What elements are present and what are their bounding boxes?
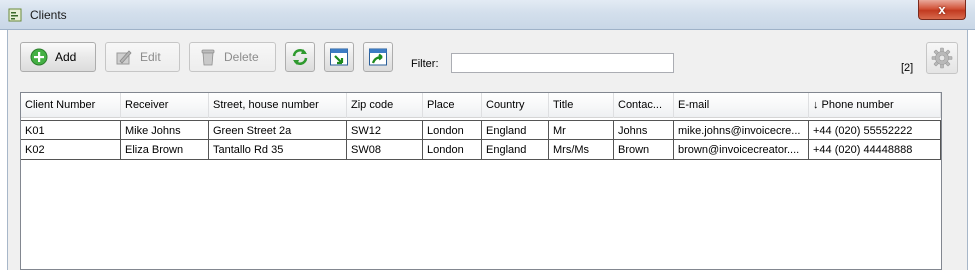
gear-icon	[931, 47, 953, 69]
col-country[interactable]: Country	[482, 93, 549, 118]
import-button[interactable]	[324, 42, 354, 72]
col-contact[interactable]: Contac...	[614, 93, 674, 118]
table-row[interactable]: K02 Eliza Brown Tantallo Rd 35 SW08 Lond…	[21, 140, 941, 160]
close-icon: x	[938, 2, 946, 17]
cell-zip-code: SW12	[347, 120, 423, 140]
cell-phone-number: +44 (020) 44448888	[809, 140, 941, 160]
col-receiver[interactable]: Receiver	[121, 93, 209, 118]
edit-button[interactable]: Edit	[105, 42, 180, 72]
edit-pencil-icon	[116, 50, 132, 65]
col-title[interactable]: Title	[549, 93, 614, 118]
cell-zip-code: SW08	[347, 140, 423, 160]
col-zip-code[interactable]: Zip code	[347, 93, 423, 118]
cell-street: Tantallo Rd 35	[209, 140, 347, 160]
col-place[interactable]: Place	[423, 93, 482, 118]
cell-contact: Brown	[614, 140, 674, 160]
cell-place: London	[423, 120, 482, 140]
cell-contact: Johns	[614, 120, 674, 140]
cell-country: England	[482, 140, 549, 160]
cell-client-number: K01	[21, 120, 121, 140]
col-client-number[interactable]: Client Number	[21, 93, 121, 118]
col-email[interactable]: E-mail	[674, 93, 809, 118]
filter-input[interactable]	[451, 53, 674, 73]
cell-client-number: K02	[21, 140, 121, 160]
add-button[interactable]: Add	[20, 42, 96, 72]
close-button[interactable]: x	[918, 0, 966, 20]
import-icon	[330, 48, 348, 66]
cell-email: mike.johns@invoicecre...	[674, 120, 809, 140]
title-bar: Clients x	[0, 0, 975, 30]
export-button[interactable]	[363, 42, 393, 72]
settings-button[interactable]	[926, 42, 958, 74]
filter-label: Filter:	[411, 58, 439, 70]
table-header: Client Number Receiver Street, house num…	[21, 93, 941, 118]
cell-receiver: Mike Johns	[121, 120, 209, 140]
col-street[interactable]: Street, house number	[209, 93, 347, 118]
cell-title: Mr	[549, 120, 614, 140]
export-icon	[369, 48, 387, 66]
window-title: Clients	[30, 8, 67, 22]
trash-icon	[201, 49, 215, 66]
cell-email: brown@invoicecreator....	[674, 140, 809, 160]
add-button-label: Add	[55, 50, 77, 64]
cell-country: England	[482, 120, 549, 140]
record-count: [2]	[901, 62, 914, 74]
cell-street: Green Street 2a	[209, 120, 347, 140]
col-phone-number[interactable]: ↓ Phone number	[809, 93, 941, 118]
edit-button-label: Edit	[140, 50, 161, 64]
cell-place: London	[423, 140, 482, 160]
cell-title: Mrs/Ms	[549, 140, 614, 160]
refresh-icon	[292, 49, 308, 65]
delete-button-label: Delete	[224, 50, 259, 64]
cell-receiver: Eliza Brown	[121, 140, 209, 160]
clients-app-icon	[8, 8, 22, 22]
clients-table: Client Number Receiver Street, house num…	[20, 92, 942, 270]
delete-button[interactable]: Delete	[189, 42, 276, 72]
client-area: Add Edit Delete Filter: [2] Client Numbe…	[7, 30, 968, 270]
table-row[interactable]: K01 Mike Johns Green Street 2a SW12 Lond…	[21, 120, 941, 140]
cell-phone-number: +44 (020) 55552222	[809, 120, 941, 140]
refresh-button[interactable]	[285, 42, 315, 72]
add-plus-icon	[30, 48, 48, 66]
